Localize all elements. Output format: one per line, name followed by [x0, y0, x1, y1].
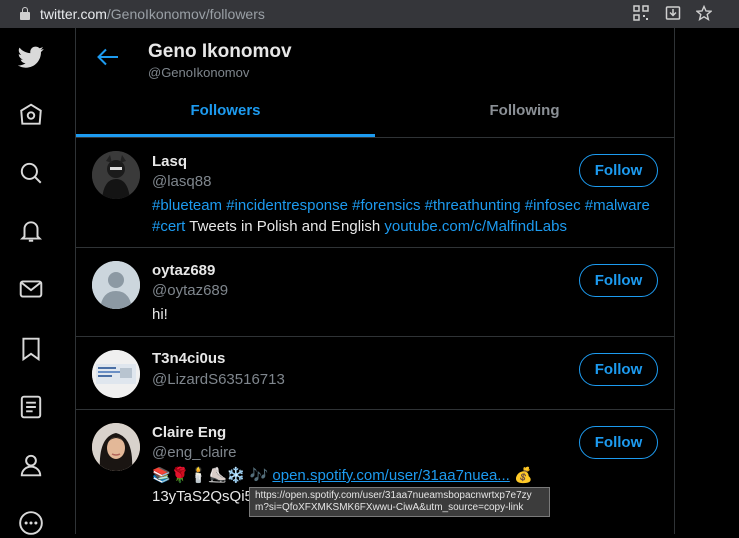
home-icon[interactable] [16, 100, 46, 130]
follower-handle[interactable]: @LizardS63516713 [152, 371, 285, 388]
follower-name[interactable]: Lasq [152, 153, 187, 170]
bio-text-line2: 13yTaS2QsQi5C [152, 488, 264, 505]
link-tooltip: https://open.spotify.com/user/31aa7nueam… [249, 487, 550, 517]
avatar[interactable] [92, 423, 140, 471]
follower-bio: #blueteam #incidentresponse #forensics #… [152, 195, 662, 237]
follow-button[interactable]: Follow [579, 264, 658, 297]
profile-person-icon[interactable] [16, 450, 46, 480]
bio-hashtag-cert[interactable]: #cert [152, 218, 185, 235]
lock-icon[interactable] [20, 7, 30, 20]
avatar[interactable] [92, 151, 140, 199]
bio-emoji: 📚🌹🕯️⛸️❄️ 🎶 [152, 467, 273, 484]
follow-button[interactable]: Follow [579, 154, 658, 187]
follower-row[interactable]: T3n4ci0us @LizardS63516713 Follow [76, 337, 674, 410]
follower-name[interactable]: oytaz689 [152, 262, 215, 279]
browser-url-bar[interactable]: twitter.com/GenoIkonomov/followers [0, 0, 739, 28]
tab-following[interactable]: Following [375, 85, 674, 137]
follow-tabs: Followers Following [76, 85, 674, 138]
follow-button[interactable]: Follow [579, 426, 658, 459]
messages-mail-icon[interactable] [16, 274, 46, 304]
follower-handle[interactable]: @oytaz689 [152, 282, 228, 299]
follower-row[interactable]: Lasq @lasq88 #blueteam #incidentresponse… [76, 138, 674, 248]
follower-handle[interactable]: @eng_claire [152, 444, 236, 461]
follow-button[interactable]: Follow [579, 353, 658, 386]
url-text[interactable]: twitter.com/GenoIkonomov/followers [40, 6, 265, 22]
bio-hashtags[interactable]: #blueteam #incidentresponse #forensics #… [152, 197, 650, 214]
follower-name[interactable]: Claire Eng [152, 424, 226, 441]
notifications-bell-icon[interactable] [16, 216, 46, 246]
lists-icon[interactable] [16, 392, 46, 422]
bio-emoji-end: 💰 [509, 467, 533, 484]
bio-link[interactable]: youtube.com/c/MalfindLabs [384, 218, 567, 235]
follower-row[interactable]: oytaz689 @oytaz689 hi! Follow [76, 248, 674, 337]
bio-text: Tweets in Polish and English [185, 218, 385, 235]
profile-header: Geno Ikonomov @GenoIkonomov [76, 28, 674, 84]
tab-followers[interactable]: Followers [76, 85, 375, 137]
explore-search-icon[interactable] [16, 158, 46, 188]
avatar[interactable] [92, 350, 140, 398]
follower-bio: hi! [152, 306, 168, 323]
bio-spotify-link[interactable]: open.spotify.com/user/31aa7nuea... [272, 467, 509, 484]
back-arrow-icon[interactable] [96, 46, 120, 68]
avatar[interactable] [92, 261, 140, 309]
install-app-icon[interactable] [664, 5, 682, 23]
bookmark-star-icon[interactable] [695, 4, 713, 23]
follower-handle[interactable]: @lasq88 [152, 173, 211, 190]
follower-name[interactable]: T3n4ci0us [152, 350, 225, 367]
qr-code-icon[interactable] [632, 5, 650, 23]
active-tab-indicator [76, 134, 375, 137]
main-column: Geno Ikonomov @GenoIkonomov Followers Fo… [75, 28, 675, 534]
bookmarks-icon[interactable] [16, 334, 46, 364]
profile-name: Geno Ikonomov [148, 41, 292, 62]
twitter-logo-icon[interactable] [16, 42, 46, 72]
profile-handle: @GenoIkonomov [148, 65, 250, 80]
left-navigation [0, 28, 62, 535]
